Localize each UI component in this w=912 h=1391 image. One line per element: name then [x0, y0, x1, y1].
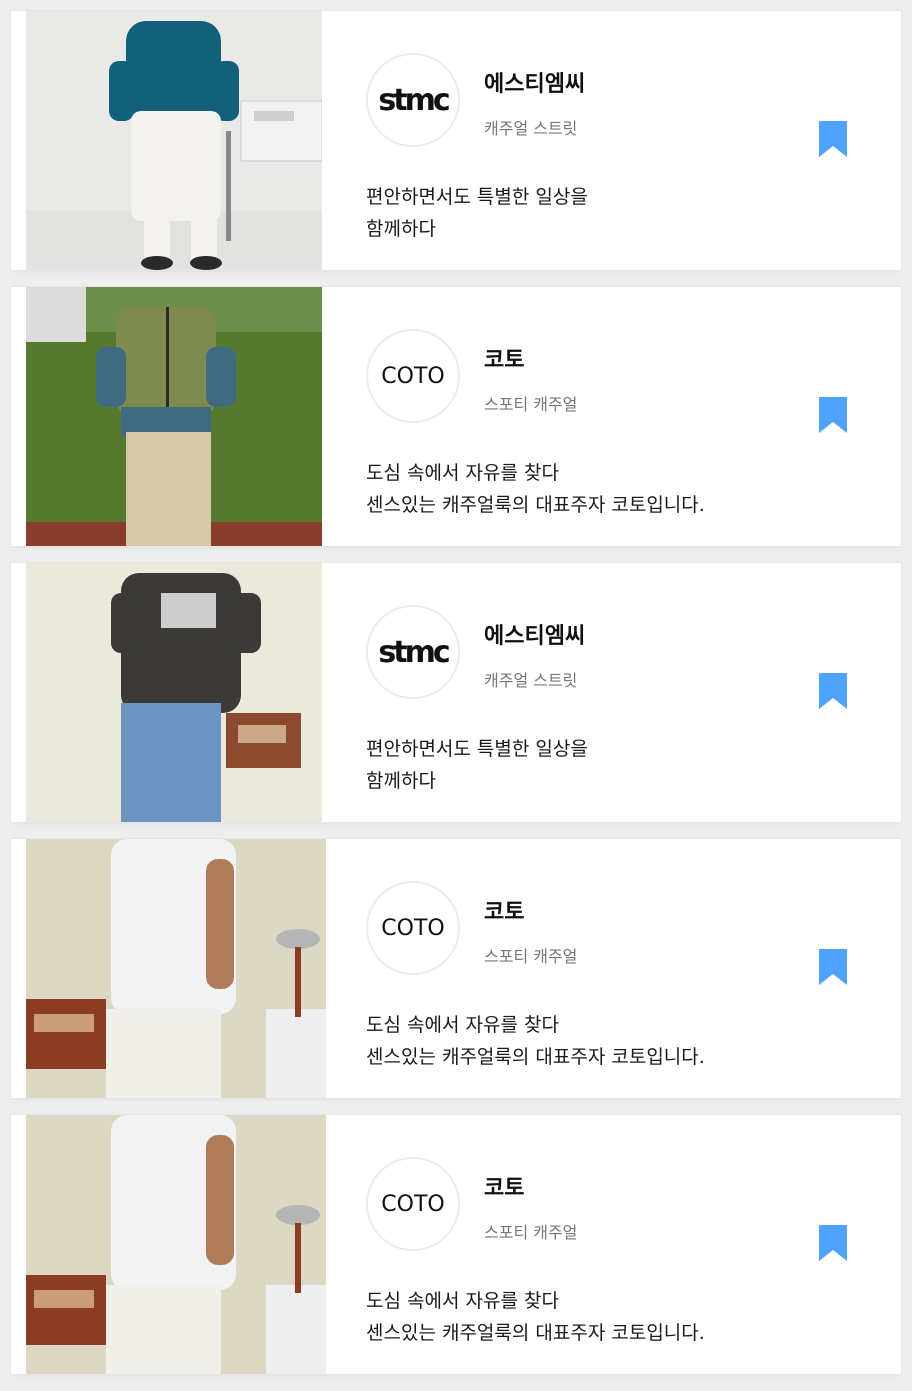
brand-logo-text: stmc	[378, 82, 450, 118]
bookmark-button[interactable]	[819, 121, 847, 157]
brand-card[interactable]: stmc 에스티엠씨 캐주얼 스트릿 편안하면서도 특별한 일상을 함께하다	[11, 11, 901, 270]
brand-description: 편안하면서도 특별한 일상을 함께하다	[366, 181, 588, 245]
bookmark-button[interactable]	[819, 673, 847, 709]
brand-list: stmc 에스티엠씨 캐주얼 스트릿 편안하면서도 특별한 일상을 함께하다 C…	[11, 11, 901, 1391]
description-line: 센스있는 캐주얼룩의 대표주자 코토입니다.	[366, 1046, 705, 1068]
brand-logo-text: COTO	[381, 915, 445, 941]
brand-photo	[26, 287, 322, 546]
description-line: 도심 속에서 자유를 찾다	[366, 1290, 559, 1312]
bookmark-icon	[819, 949, 847, 985]
description-line: 도심 속에서 자유를 찾다	[366, 462, 559, 484]
bookmark-button[interactable]	[819, 949, 847, 985]
bookmark-icon	[819, 397, 847, 433]
brand-description: 도심 속에서 자유를 찾다 센스있는 캐주얼룩의 대표주자 코토입니다.	[366, 457, 705, 521]
brand-logo: COTO	[366, 881, 460, 975]
bookmark-icon	[819, 1225, 847, 1261]
brand-category: 스포티 캐주얼	[484, 947, 578, 966]
description-line: 센스있는 캐주얼룩의 대표주자 코토입니다.	[366, 1322, 705, 1344]
brand-logo-text: COTO	[381, 363, 445, 389]
brand-logo-text: stmc	[378, 634, 450, 670]
brand-logo: COTO	[366, 1157, 460, 1251]
brand-photo	[26, 563, 322, 822]
bookmark-icon	[819, 121, 847, 157]
brand-card[interactable]: COTO 코토 스포티 캐주얼 도심 속에서 자유를 찾다 센스있는 캐주얼룩의…	[11, 1115, 901, 1374]
brand-category: 캐주얼 스트릿	[484, 119, 578, 138]
description-line: 편안하면서도 특별한 일상을	[366, 186, 588, 208]
brand-photo	[26, 839, 326, 1098]
description-line: 센스있는 캐주얼룩의 대표주자 코토입니다.	[366, 494, 705, 516]
brand-logo: stmc	[366, 605, 460, 699]
brand-name[interactable]: 코토	[484, 342, 524, 374]
description-line: 함께하다	[366, 770, 436, 792]
brand-category: 캐주얼 스트릿	[484, 671, 578, 690]
brand-photo	[26, 11, 322, 270]
brand-name[interactable]: 에스티엠씨	[484, 66, 585, 98]
brand-photo	[26, 1115, 326, 1374]
brand-logo: COTO	[366, 329, 460, 423]
brand-card[interactable]: COTO 코토 스포티 캐주얼 도심 속에서 자유를 찾다 센스있는 캐주얼룩의…	[11, 287, 901, 546]
brand-description: 도심 속에서 자유를 찾다 센스있는 캐주얼룩의 대표주자 코토입니다.	[366, 1009, 705, 1073]
brand-description: 도심 속에서 자유를 찾다 센스있는 캐주얼룩의 대표주자 코토입니다.	[366, 1285, 705, 1349]
brand-name[interactable]: 에스티엠씨	[484, 618, 585, 650]
description-line: 편안하면서도 특별한 일상을	[366, 738, 588, 760]
brand-card[interactable]: stmc 에스티엠씨 캐주얼 스트릿 편안하면서도 특별한 일상을 함께하다	[11, 563, 901, 822]
brand-name[interactable]: 코토	[484, 1170, 524, 1202]
bookmark-button[interactable]	[819, 397, 847, 433]
brand-logo: stmc	[366, 53, 460, 147]
brand-card[interactable]: COTO 코토 스포티 캐주얼 도심 속에서 자유를 찾다 센스있는 캐주얼룩의…	[11, 839, 901, 1098]
brand-name[interactable]: 코토	[484, 894, 524, 926]
description-line: 도심 속에서 자유를 찾다	[366, 1014, 559, 1036]
bookmark-button[interactable]	[819, 1225, 847, 1261]
description-line: 함께하다	[366, 218, 436, 240]
brand-logo-text: COTO	[381, 1191, 445, 1217]
bookmark-icon	[819, 673, 847, 709]
brand-description: 편안하면서도 특별한 일상을 함께하다	[366, 733, 588, 797]
brand-category: 스포티 캐주얼	[484, 395, 578, 414]
brand-category: 스포티 캐주얼	[484, 1223, 578, 1242]
